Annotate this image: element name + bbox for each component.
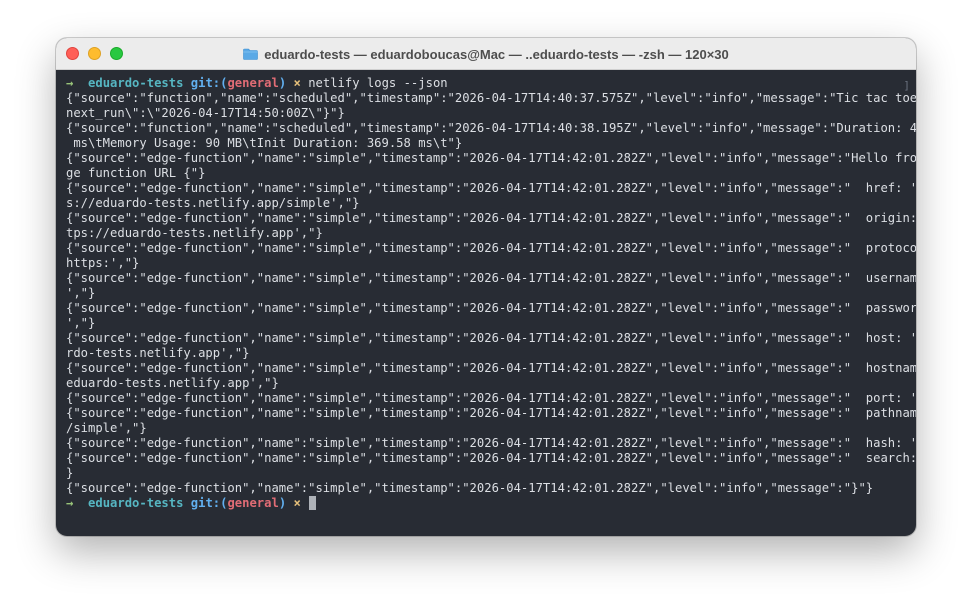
- prompt-git-close: ): [278, 76, 287, 90]
- prompt-git-label: git:(: [190, 496, 228, 510]
- output-line: https:',"}: [66, 256, 140, 270]
- terminal-window: eduardo-tests — eduardoboucas@Mac — ..ed…: [56, 38, 916, 536]
- output-line: tps://eduardo-tests.netlify.app',"}: [66, 226, 323, 240]
- prompt-directory: eduardo-tests: [88, 76, 184, 90]
- output-line: {"source":"edge-function","name":"simple…: [66, 361, 916, 375]
- output-line: ms\tMemory Usage: 90 MB\tInit Duration: …: [66, 136, 463, 150]
- prompt-git-close: ): [278, 496, 287, 510]
- prompt-git-label: git:(: [190, 76, 228, 90]
- scroll-marker: ]: [903, 79, 910, 92]
- output-line: /simple',"}: [66, 421, 147, 435]
- output-line: ge function URL {"}: [66, 166, 206, 180]
- output-line: {"source":"edge-function","name":"simple…: [66, 406, 916, 420]
- output-line: s://eduardo-tests.netlify.app/simple',"}: [66, 196, 360, 210]
- output-line: {"source":"function","name":"scheduled",…: [66, 91, 916, 105]
- output-line: next_run\":\"2026-04-17T14:50:00Z\"}"}: [66, 106, 345, 120]
- prompt-arrow-icon: →: [66, 496, 74, 510]
- output-line: eduardo-tests.netlify.app',"}: [66, 376, 279, 390]
- output-line: {"source":"edge-function","name":"simple…: [66, 391, 916, 405]
- title-bar: eduardo-tests — eduardoboucas@Mac — ..ed…: [56, 38, 916, 70]
- output-line: rdo-tests.netlify.app',"}: [66, 346, 250, 360]
- output-line: {"source":"edge-function","name":"simple…: [66, 301, 916, 315]
- output-line: {"source":"edge-function","name":"simple…: [66, 181, 916, 195]
- window-title: eduardo-tests — eduardoboucas@Mac — ..ed…: [264, 46, 729, 62]
- terminal-content[interactable]: ] → eduardo-tests git:(general) × netlif…: [56, 70, 916, 536]
- prompt-dirty-icon: ×: [293, 76, 301, 90]
- prompt-line-command: → eduardo-tests git:(general) × netlify …: [66, 76, 910, 91]
- output-line: {"source":"edge-function","name":"simple…: [66, 436, 916, 450]
- output-line: {"source":"edge-function","name":"simple…: [66, 481, 874, 495]
- output-line: {"source":"edge-function","name":"simple…: [66, 271, 916, 285]
- prompt-git-branch: general: [227, 496, 279, 510]
- prompt-line-current: → eduardo-tests git:(general) ×: [66, 496, 910, 511]
- output-line: {"source":"edge-function","name":"simple…: [66, 151, 916, 165]
- prompt-git-branch: general: [227, 76, 279, 90]
- output-line: ',"}: [66, 316, 96, 330]
- folder-icon: [243, 48, 259, 60]
- prompt-dirty-icon: ×: [293, 496, 301, 510]
- output-line: {"source":"edge-function","name":"simple…: [66, 451, 916, 465]
- output-line: }: [66, 466, 74, 480]
- prompt-arrow-icon: →: [66, 76, 74, 90]
- command-text: netlify logs --json: [308, 76, 448, 90]
- text-cursor[interactable]: [309, 496, 317, 510]
- output-line: {"source":"function","name":"scheduled",…: [66, 121, 916, 135]
- output-line: ',"}: [66, 286, 96, 300]
- output-line: {"source":"edge-function","name":"simple…: [66, 211, 916, 225]
- window-title-area: eduardo-tests — eduardoboucas@Mac — ..ed…: [56, 38, 916, 70]
- output-line: {"source":"edge-function","name":"simple…: [66, 331, 916, 345]
- output-line: {"source":"edge-function","name":"simple…: [66, 241, 916, 255]
- prompt-directory: eduardo-tests: [88, 496, 184, 510]
